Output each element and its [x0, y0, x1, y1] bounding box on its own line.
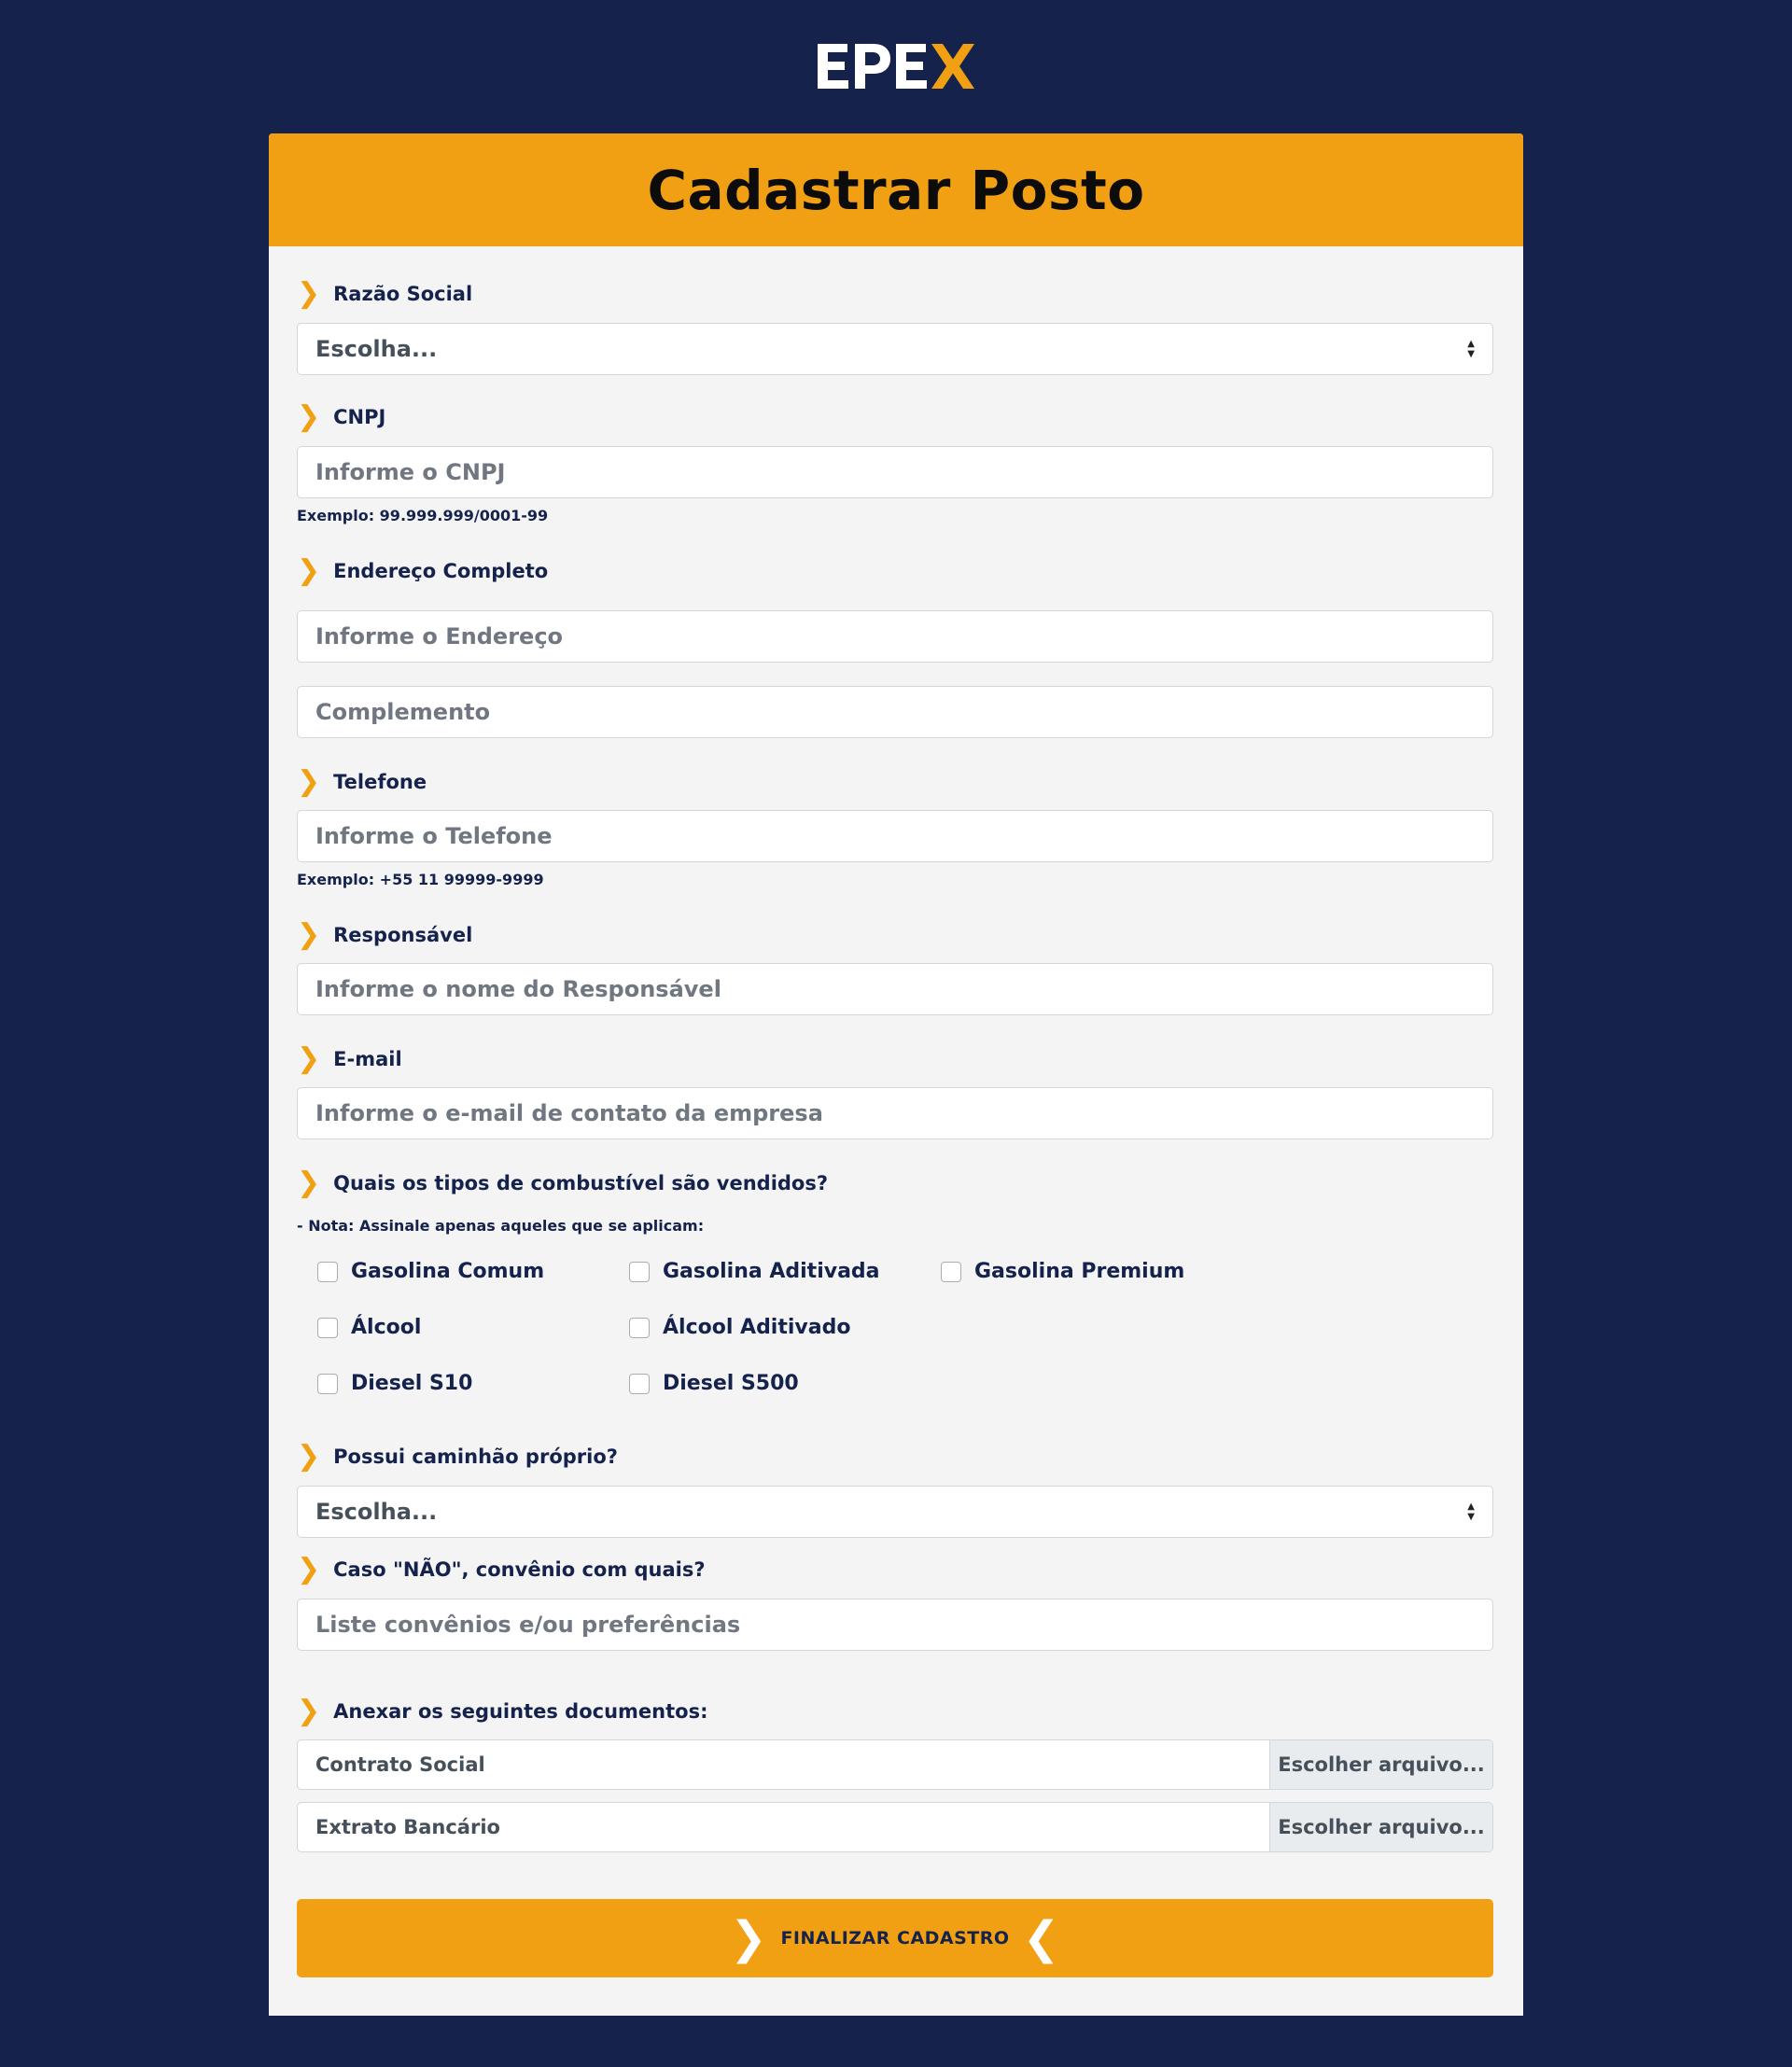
chevron-right-icon: ❯ [729, 1912, 768, 1964]
chevron-right-icon: ❯ [297, 1166, 321, 1199]
checkbox-alcool[interactable]: Álcool [317, 1316, 421, 1339]
choose-file-button[interactable]: Escolher arquivo... [1269, 1740, 1492, 1789]
checkbox-box[interactable] [629, 1373, 650, 1394]
chevron-right-icon: ❯ [297, 554, 321, 587]
card-header: Cadastrar Posto [269, 133, 1523, 246]
responsavel-label: ❯ Responsável [297, 918, 473, 951]
chevron-right-icon: ❯ [297, 1042, 321, 1075]
checkbox-diesel-s10[interactable]: Diesel S10 [317, 1372, 472, 1395]
finalizar-cadastro-button[interactable]: ❯ FINALIZAR CADASTRO ❮ [297, 1899, 1493, 1977]
endereco-input[interactable]: Informe o Endereço [297, 610, 1493, 663]
complemento-input[interactable]: Complemento [297, 686, 1493, 738]
chevron-right-icon: ❯ [297, 400, 321, 433]
checkbox-alcool-aditivado[interactable]: Álcool Aditivado [629, 1316, 850, 1339]
checkbox-box[interactable] [317, 1261, 338, 1282]
checkbox-box[interactable] [629, 1317, 650, 1338]
file-input-extrato-bancario[interactable]: Extrato Bancário Escolher arquivo... [297, 1802, 1493, 1852]
convenio-label: ❯ Caso "NÃO", convênio com quais? [297, 1553, 706, 1585]
combustiveis-note: - Nota: Assinale apenas aqueles que se a… [297, 1217, 705, 1235]
chevron-right-icon: ❯ [297, 1695, 321, 1727]
chevron-right-icon: ❯ [297, 918, 321, 951]
choose-file-button[interactable]: Escolher arquivo... [1269, 1803, 1492, 1851]
caminhao-label: ❯ Possui caminhão próprio? [297, 1440, 618, 1473]
file-input-label: Extrato Bancário [315, 1816, 500, 1838]
cnpj-hint: Exemplo: 99.999.999/0001-99 [297, 507, 549, 524]
chevron-right-icon: ❯ [297, 1440, 321, 1473]
page-title: Cadastrar Posto [647, 158, 1145, 222]
razao-social-select[interactable]: Escolha... ▲ ▼ [297, 323, 1493, 375]
checkbox-gasolina-premium[interactable]: Gasolina Premium [941, 1260, 1184, 1283]
cnpj-label: ❯ CNPJ [297, 400, 386, 433]
telefone-input[interactable]: Informe o Telefone [297, 810, 1493, 862]
checkbox-diesel-s500[interactable]: Diesel S500 [629, 1372, 799, 1395]
checkbox-gasolina-aditivada[interactable]: Gasolina Aditivada [629, 1260, 880, 1283]
checkbox-box[interactable] [317, 1317, 338, 1338]
checkbox-box[interactable] [941, 1261, 961, 1282]
chevron-right-icon: ❯ [297, 1553, 321, 1585]
email-input[interactable]: Informe o e-mail de contato da empresa [297, 1087, 1493, 1139]
email-label: ❯ E-mail [297, 1042, 402, 1075]
checkbox-box[interactable] [317, 1373, 338, 1394]
epex-logo-icon [818, 44, 974, 89]
endereco-label: ❯ Endereço Completo [297, 554, 549, 587]
file-input-label: Contrato Social [315, 1753, 485, 1776]
select-arrows-icon: ▲ ▼ [1467, 339, 1475, 359]
convenio-input[interactable]: Liste convênios e/ou preferências [297, 1599, 1493, 1651]
telefone-label: ❯ Telefone [297, 765, 427, 798]
logo [0, 34, 1792, 99]
razao-social-label: ❯ Razão Social [297, 277, 473, 310]
chevron-right-icon: ❯ [297, 277, 321, 310]
documentos-label: ❯ Anexar os seguintes documentos: [297, 1695, 708, 1727]
chevron-left-icon: ❮ [1022, 1912, 1061, 1964]
combustiveis-label: ❯ Quais os tipos de combustível são vend… [297, 1166, 829, 1199]
caminhao-select[interactable]: Escolha... ▲ ▼ [297, 1486, 1493, 1538]
register-card: Cadastrar Posto ❯ Razão Social Escolha..… [269, 133, 1523, 2016]
chevron-right-icon: ❯ [297, 765, 321, 798]
checkbox-box[interactable] [629, 1261, 650, 1282]
responsavel-input[interactable]: Informe o nome do Responsável [297, 963, 1493, 1015]
cnpj-input[interactable]: Informe o CNPJ [297, 446, 1493, 498]
select-arrows-icon: ▲ ▼ [1467, 1501, 1475, 1522]
file-input-contrato-social[interactable]: Contrato Social Escolher arquivo... [297, 1739, 1493, 1790]
telefone-hint: Exemplo: +55 11 99999-9999 [297, 871, 544, 888]
checkbox-gasolina-comum[interactable]: Gasolina Comum [317, 1260, 544, 1283]
